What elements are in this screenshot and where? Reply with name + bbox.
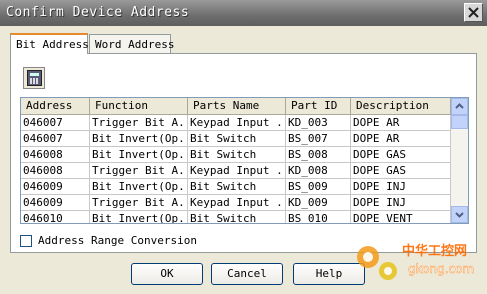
cell-function: Bit Invert(Op... bbox=[92, 147, 188, 162]
svg-text:中华工控网: 中华工控网 bbox=[402, 243, 467, 259]
cell-function: Bit Invert(Op... bbox=[92, 131, 188, 146]
close-icon bbox=[468, 7, 479, 18]
cell-address: 046008 bbox=[21, 147, 90, 162]
table-row[interactable]: 046009 Trigger Bit A... Keypad Input ... KD… bbox=[21, 195, 451, 211]
scroll-down-button[interactable] bbox=[451, 206, 468, 223]
cell-function: Bit Invert(Op... bbox=[92, 211, 188, 224]
chevron-down-icon bbox=[455, 212, 464, 218]
cell-part-id: KD_008 bbox=[286, 163, 351, 178]
table-row[interactable]: 046007 Bit Invert(Op... Bit Switch BS_007 DO… bbox=[21, 131, 451, 147]
column-header-function[interactable]: Function bbox=[90, 98, 188, 114]
calculator-icon bbox=[27, 70, 42, 86]
cell-description: DOPE GAS bbox=[351, 147, 451, 162]
cell-description: DOPE AR bbox=[351, 115, 451, 130]
table-row[interactable]: 046008 Trigger Bit A... Keypad Input ... KD… bbox=[21, 163, 451, 179]
cell-address: 046007 bbox=[21, 131, 90, 146]
scroll-up-button[interactable] bbox=[451, 98, 468, 115]
cancel-button[interactable]: Cancel bbox=[211, 263, 283, 285]
tab-bit-address[interactable]: Bit Address bbox=[10, 33, 89, 54]
chevron-up-icon bbox=[455, 103, 464, 109]
cell-parts-name: Bit Switch bbox=[188, 147, 286, 162]
address-list[interactable]: Address Function Parts Name Part ID Desc… bbox=[20, 97, 469, 224]
address-range-label: Address Range Conversion bbox=[38, 234, 197, 247]
cell-description: DOPE VENT bbox=[351, 211, 451, 223]
ok-button[interactable]: OK bbox=[131, 263, 203, 285]
cell-part-id: KD_009 bbox=[286, 195, 351, 210]
cell-description: DOPE INJ bbox=[351, 179, 451, 194]
column-header-parts-name[interactable]: Parts Name bbox=[188, 98, 286, 114]
cell-parts-name: Bit Switch bbox=[188, 211, 286, 223]
cell-address: 046008 bbox=[21, 163, 90, 178]
cell-parts-name: Bit Switch bbox=[188, 179, 286, 194]
cell-parts-name: Keypad Input ... bbox=[190, 163, 286, 178]
table-row[interactable]: 046010 Bit Invert(Op... Bit Switch BS_010 DO… bbox=[21, 211, 451, 224]
cell-description: DOPE GAS bbox=[351, 163, 451, 178]
cell-part-id: BS_008 bbox=[286, 147, 351, 162]
cell-part-id: BS_010 bbox=[286, 211, 351, 223]
address-range-checkbox[interactable] bbox=[20, 235, 32, 247]
cell-parts-name: Keypad Input ... bbox=[190, 195, 286, 210]
calculator-button[interactable] bbox=[23, 67, 45, 89]
window-title: Confirm Device Address bbox=[6, 5, 190, 20]
cell-part-id: KD_003 bbox=[286, 115, 351, 130]
cell-part-id: BS_009 bbox=[286, 179, 351, 194]
cell-description: DOPE INJ bbox=[351, 195, 451, 210]
vertical-scrollbar[interactable] bbox=[451, 98, 468, 223]
cell-function: Trigger Bit A... bbox=[92, 115, 188, 130]
cell-function: Trigger Bit A... bbox=[92, 195, 188, 210]
cell-address: 046009 bbox=[21, 195, 90, 210]
cell-parts-name: Keypad Input ... bbox=[190, 115, 286, 130]
title-bar: Confirm Device Address bbox=[0, 0, 487, 26]
tab-word-address[interactable]: Word Address bbox=[89, 34, 174, 53]
cell-description: DOPE AR bbox=[351, 131, 451, 146]
cell-address: 046010 bbox=[21, 211, 90, 223]
cell-address: 046007 bbox=[21, 115, 90, 130]
table-row[interactable]: 046009 Bit Invert(Op... Bit Switch BS_009 DO… bbox=[21, 179, 451, 195]
svg-text:gkong.com: gkong.com bbox=[408, 262, 474, 276]
cell-parts-name: Bit Switch bbox=[188, 131, 286, 146]
watermark-logo: 中华工控网 gkong.com bbox=[352, 235, 487, 291]
cell-address: 046009 bbox=[21, 179, 90, 194]
cell-function: Bit Invert(Op... bbox=[92, 179, 188, 194]
table-row[interactable]: 046008 Bit Invert(Op... Bit Switch BS_008 DO… bbox=[21, 147, 451, 163]
close-button[interactable] bbox=[464, 3, 483, 22]
scroll-thumb[interactable] bbox=[451, 115, 468, 129]
column-header-description[interactable]: Description bbox=[351, 98, 451, 114]
list-header: Address Function Parts Name Part ID Desc… bbox=[21, 98, 451, 115]
cell-part-id: BS_007 bbox=[286, 131, 351, 146]
column-header-part-id[interactable]: Part ID bbox=[286, 98, 351, 114]
cell-function: Trigger Bit A... bbox=[92, 163, 188, 178]
table-row[interactable]: 046007 Trigger Bit A... Keypad Input ... KD… bbox=[21, 115, 451, 131]
column-header-address[interactable]: Address bbox=[21, 98, 90, 114]
